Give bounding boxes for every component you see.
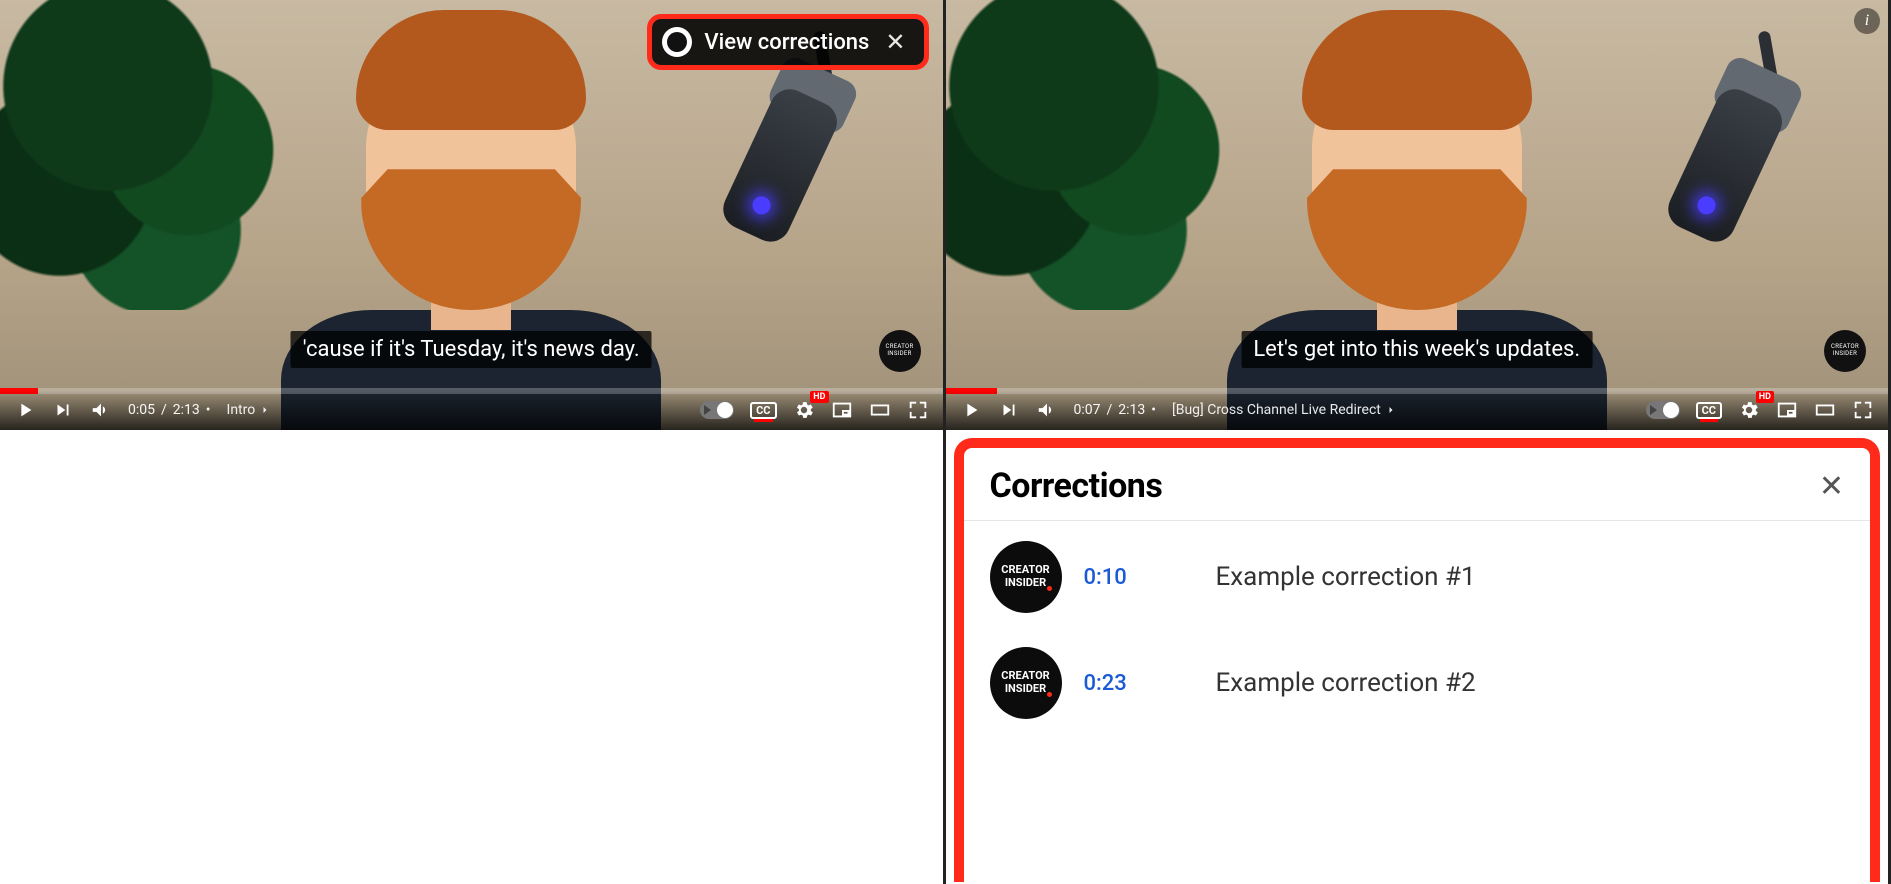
volume-icon[interactable] xyxy=(1036,399,1058,421)
next-icon[interactable] xyxy=(998,399,1020,421)
right-pane: CREATOR INSIDER i Let's get into this we… xyxy=(946,0,1891,884)
view-corrections-label: View corrections xyxy=(704,30,869,55)
chapter-button[interactable]: [Bug] Cross Channel Live Redirect xyxy=(1172,402,1397,418)
correction-timestamp[interactable]: 0:10 xyxy=(1084,565,1154,590)
correction-text: Example correction #1 xyxy=(1216,562,1476,592)
video-player-right[interactable]: CREATOR INSIDER i Let's get into this we… xyxy=(946,0,1889,430)
fullscreen-icon[interactable] xyxy=(1852,399,1874,421)
play-icon[interactable] xyxy=(14,399,36,421)
view-corrections-button[interactable]: View corrections ✕ xyxy=(652,19,923,65)
corrections-header: Corrections ✕ xyxy=(964,448,1871,521)
autoplay-toggle[interactable] xyxy=(700,401,734,419)
player-controls: 0:05 / 2:13 • Intro CC HD xyxy=(0,390,943,430)
settings-icon[interactable]: HD xyxy=(1738,399,1760,421)
chapter-button[interactable]: Intro xyxy=(227,402,272,418)
corrections-list: CREATOR INSIDER 0:10 Example correction … xyxy=(964,521,1871,739)
video-player-left[interactable]: CREATOR INSIDER View corrections ✕ 'caus… xyxy=(0,0,943,430)
corrections-panel: Corrections ✕ CREATOR INSIDER 0:10 Examp… xyxy=(954,438,1881,882)
info-card-icon[interactable]: i xyxy=(1854,8,1880,34)
video-frame: CREATOR INSIDER View corrections ✕ 'caus… xyxy=(0,0,943,430)
time-display: 0:05 / 2:13 • xyxy=(128,402,211,418)
fullscreen-icon[interactable] xyxy=(907,399,929,421)
next-icon[interactable] xyxy=(52,399,74,421)
channel-avatar-icon xyxy=(662,27,692,57)
captions-button[interactable]: CC xyxy=(750,402,776,419)
close-icon[interactable]: ✕ xyxy=(1819,469,1844,504)
subtitle-caption: Let's get into this week's updates. xyxy=(1241,331,1592,368)
correction-item[interactable]: CREATOR INSIDER 0:23 Example correction … xyxy=(990,647,1845,719)
channel-avatar-icon: CREATOR INSIDER xyxy=(990,541,1062,613)
player-controls: 0:07 / 2:13 • [Bug] Cross Channel Live R… xyxy=(946,390,1889,430)
miniplayer-icon[interactable] xyxy=(1776,399,1798,421)
correction-item[interactable]: CREATOR INSIDER 0:10 Example correction … xyxy=(990,541,1845,613)
captions-button[interactable]: CC xyxy=(1696,402,1722,419)
corrections-title: Corrections xyxy=(990,466,1163,506)
autoplay-toggle[interactable] xyxy=(1646,401,1680,419)
correction-timestamp[interactable]: 0:23 xyxy=(1084,671,1154,696)
view-corrections-highlight: View corrections ✕ xyxy=(647,14,928,70)
settings-icon[interactable]: HD xyxy=(793,399,815,421)
theater-icon[interactable] xyxy=(1814,399,1836,421)
volume-icon[interactable] xyxy=(90,399,112,421)
miniplayer-icon[interactable] xyxy=(831,399,853,421)
subtitle-caption: 'cause if it's Tuesday, it's news day. xyxy=(291,331,652,368)
play-icon[interactable] xyxy=(960,399,982,421)
left-pane: CREATOR INSIDER View corrections ✕ 'caus… xyxy=(0,0,946,884)
time-display: 0:07 / 2:13 • xyxy=(1074,402,1157,418)
theater-icon[interactable] xyxy=(869,399,891,421)
correction-text: Example correction #2 xyxy=(1216,668,1476,698)
channel-badge: CREATOR INSIDER xyxy=(1824,330,1866,372)
close-icon[interactable]: ✕ xyxy=(881,30,909,54)
channel-avatar-icon: CREATOR INSIDER xyxy=(990,647,1062,719)
video-frame: CREATOR INSIDER i Let's get into this we… xyxy=(946,0,1889,430)
channel-badge: CREATOR INSIDER xyxy=(879,330,921,372)
